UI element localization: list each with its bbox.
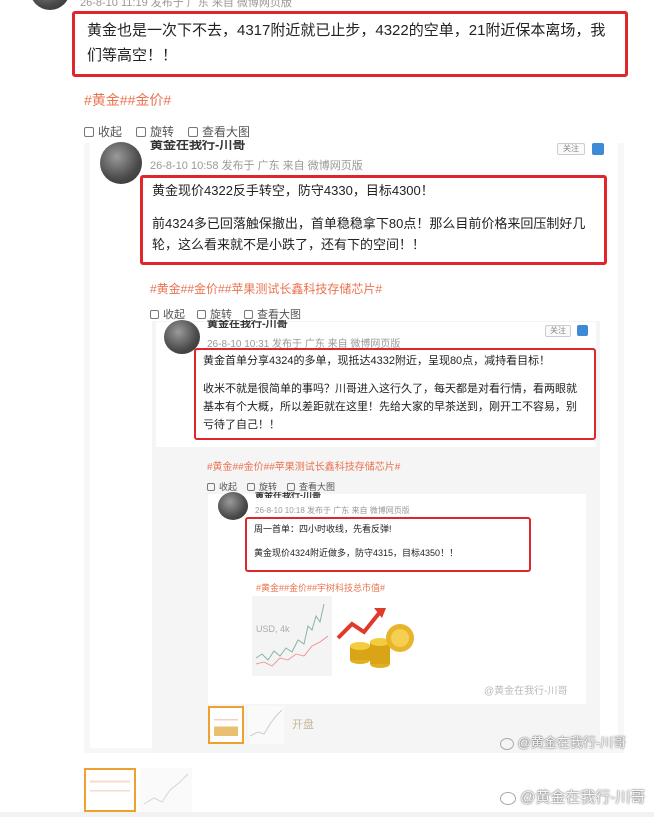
thumbnail-3[interactable]: 开盘 [292, 706, 328, 744]
post1-text: 黄金也是一次下不去，4317附近就已止步，4322的空单，21附近保本离场，我们… [87, 22, 606, 64]
post2-tags[interactable]: #黄金##金价##苹果测试长鑫科技存储芯片# [150, 280, 382, 297]
post1-text-box: 黄金也是一次下不去，4317附近就已止步，4322的空单，21附近保本离场，我们… [72, 11, 628, 77]
bottom-thumbnail-chart-graphic [143, 773, 189, 805]
weibo-icon [500, 737, 514, 750]
rotate-icon [247, 482, 256, 491]
post2-follow-button[interactable]: 关注 [557, 143, 585, 155]
post4-tags[interactable]: #黄金##金价##宇树科技总市值# [256, 581, 385, 594]
collapse-icon [84, 126, 94, 137]
view-large-icon [287, 482, 296, 491]
post4-author[interactable]: 黄金在我行-川哥 [255, 492, 321, 498]
post2-line2: 前4324多已回落触保撤出，首单稳稳拿下80点！那么目前价格来回压制好几轮，这么… [152, 216, 586, 252]
collapse-button[interactable]: 收起 [84, 123, 122, 140]
post-meta-top: 26-8-10 11:19 发布于 广东 来自 微博网页版 [80, 0, 292, 9]
price-chart-graphic [255, 603, 329, 667]
thumbnail-2[interactable] [248, 706, 284, 744]
post4-line1: 周一首单：四小时收线，先看反弹! [254, 524, 392, 534]
post2-avatar[interactable] [100, 142, 142, 184]
post2-expand-icon[interactable] [592, 143, 604, 155]
post4-text-box: 周一首单：四小时收线，先看反弹! 黄金现价4324附近做多，防守4315，目标4… [245, 517, 531, 572]
image-actions-1: 收起 旋转 查看大图 [84, 123, 250, 140]
thumbnail-3-text: 开盘 [292, 719, 314, 731]
gold-coins-graphic [336, 608, 414, 668]
post2-line1: 黄金现价4322反手转空，防守4330，目标4300！ [152, 183, 434, 198]
watermark-main: @黄金在我行-川哥 [500, 732, 626, 751]
price-chart-image[interactable]: USD, 4k [252, 596, 332, 676]
post4-line2: 黄金现价4324附近做多，防守4315，目标4350！！ [254, 548, 459, 558]
view-large-icon [244, 309, 253, 319]
post4-meta: 26-8-10 10:18 发布于 广东 来自 微博网页版 [255, 506, 410, 515]
weibo-icon-bottom [500, 791, 516, 805]
rotate-button[interactable]: 旋转 [136, 123, 174, 140]
post2-meta: 26-8-10 10:58 发布于 广东 来自 微博网页版 [150, 160, 363, 172]
post1-tags[interactable]: #黄金##金价# [84, 90, 171, 110]
chart-usd-label: USD, 4k [256, 624, 290, 634]
thumbnail-chart-graphic [249, 709, 283, 737]
avatar-top[interactable] [30, 0, 70, 10]
thumbnail-1[interactable] [208, 706, 244, 744]
collapse-icon [207, 482, 215, 491]
bottom-thumbnail-1[interactable] [84, 768, 136, 812]
page: 26-8-10 11:19 发布于 广东 来自 微博网页版 黄金也是一次下不去，… [0, 0, 654, 812]
post2-author[interactable]: 黄金在我行-川哥 [150, 140, 245, 150]
post3-tags[interactable]: #黄金##金价##苹果测试长鑫科技存储芯片# [207, 458, 400, 473]
collapse-icon [150, 309, 159, 319]
post3-follow-button[interactable]: 关注 [545, 325, 571, 337]
post3-expand-icon[interactable] [577, 325, 588, 336]
bottom-thumbnail-2[interactable] [140, 768, 192, 812]
rotate-icon [136, 126, 147, 137]
watermark-bottom: @黄金在我行-川哥 [500, 786, 645, 807]
watermark-inner: @黄金在我行-川哥 [484, 686, 568, 697]
post4-avatar[interactable] [218, 492, 248, 520]
post3-line2: 收米不就是很简单的事吗？川哥进入这行久了，每天都是对看行情，看两眼就基本有个大概… [203, 383, 577, 431]
post2-text-box: 黄金现价4322反手转空，防守4330，目标4300！ 前4324多已回落触保撤… [140, 175, 607, 265]
view-large-icon [188, 126, 199, 137]
post3-line1: 黄金首单分享4324的多单，现抵达4332附近，呈现80点，减持看目标！ [203, 355, 551, 367]
post3-author[interactable]: 黄金在我行-川哥 [207, 320, 288, 328]
post3-text-box: 黄金首单分享4324的多单，现抵达4332附近，呈现80点，减持看目标！ 收米不… [194, 348, 596, 440]
gold-image[interactable] [334, 598, 414, 678]
view-large-button[interactable]: 查看大图 [188, 123, 250, 140]
rotate-icon [197, 309, 206, 319]
